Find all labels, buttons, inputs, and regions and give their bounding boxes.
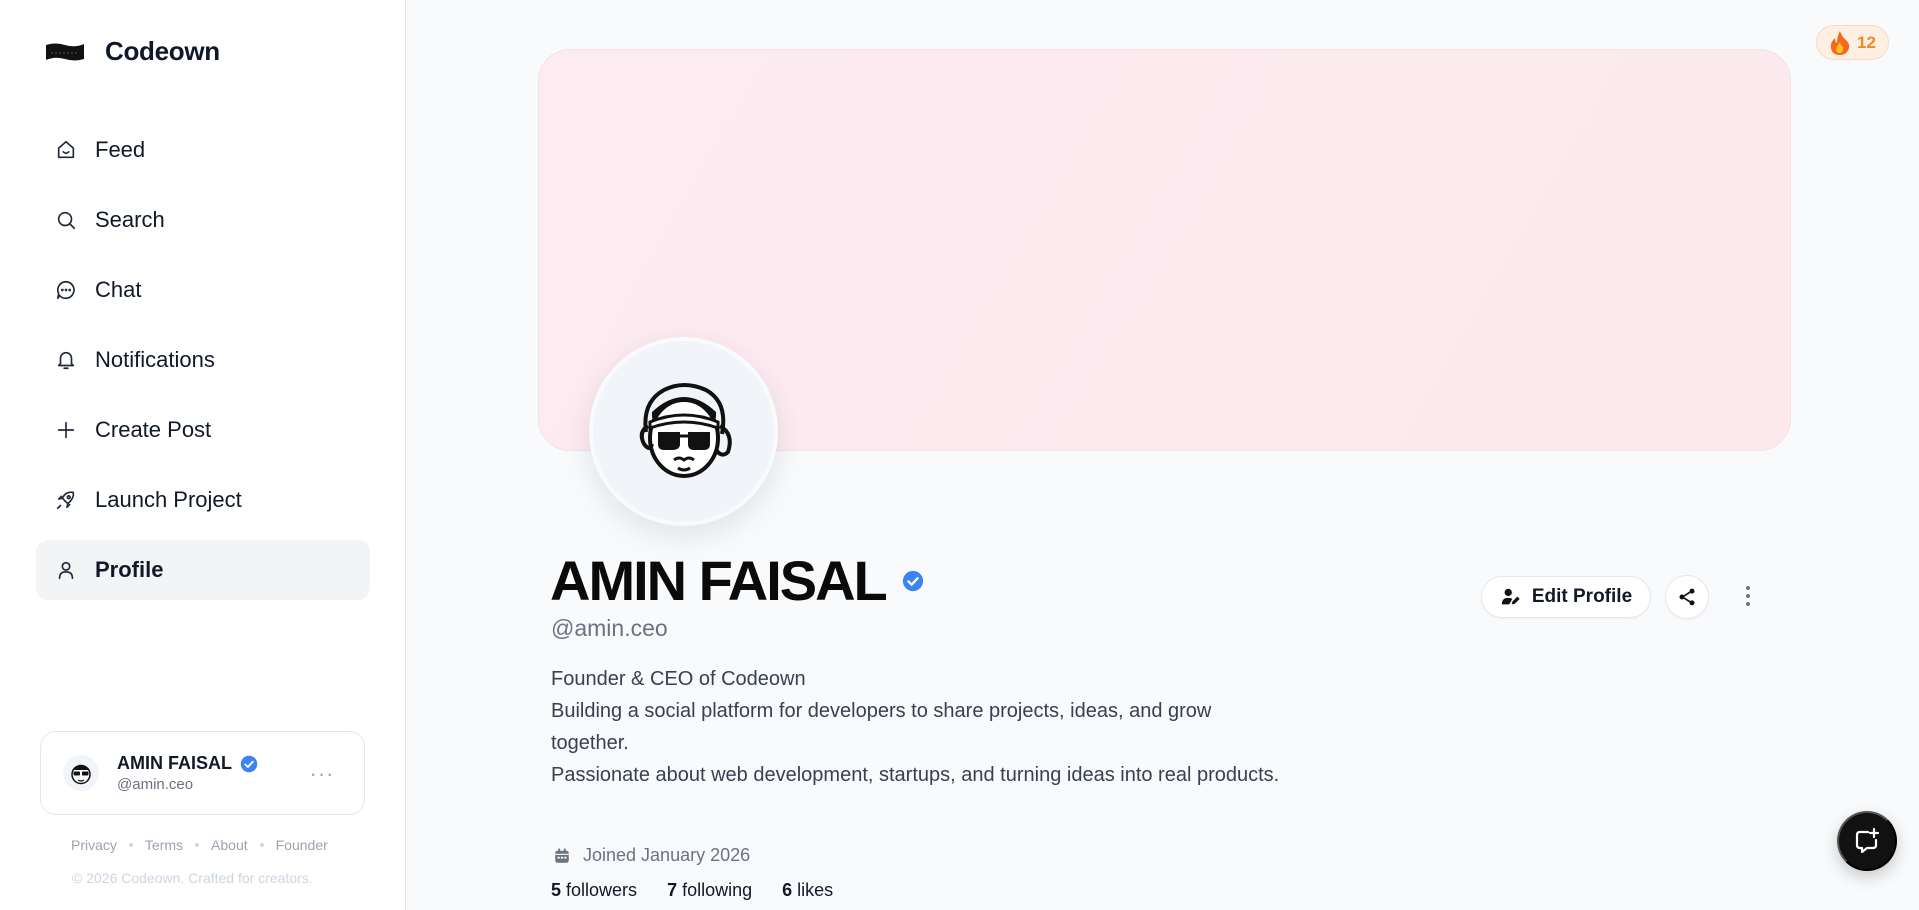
brand-name: Codeown bbox=[105, 36, 220, 66]
following-count: 7 bbox=[667, 880, 678, 900]
followers-label: followers bbox=[566, 880, 638, 900]
sidebar: Codeown Feed Search Chat Notifications C… bbox=[0, 0, 406, 910]
nav-item-notifications[interactable]: Notifications bbox=[36, 330, 370, 390]
nav-label: Feed bbox=[95, 137, 146, 162]
share-icon bbox=[1679, 588, 1695, 606]
likes-count: 6 bbox=[782, 880, 793, 900]
brand-logo-icon bbox=[46, 43, 84, 60]
footer-links: Privacy Terms About Founder bbox=[71, 837, 328, 853]
footer-link-about[interactable]: About bbox=[211, 837, 248, 853]
nav-label: Notifications bbox=[95, 347, 215, 372]
separator-dot bbox=[128, 843, 133, 847]
vertical-dots-icon bbox=[1746, 586, 1750, 606]
edit-profile-button[interactable]: Edit Profile bbox=[1481, 576, 1651, 618]
profile-handle: @amin.ceo bbox=[551, 615, 668, 641]
plus-icon bbox=[54, 418, 78, 442]
nav-label: Chat bbox=[95, 277, 142, 302]
nav-item-launch-project[interactable]: Launch Project bbox=[36, 470, 370, 530]
user-handle: @amin.ceo bbox=[117, 776, 194, 793]
avatar-face-icon bbox=[639, 382, 732, 478]
user-card[interactable]: AMIN FAISAL @amin.ceo ··· bbox=[40, 731, 365, 815]
nav-item-chat[interactable]: Chat bbox=[36, 260, 370, 320]
verified-badge-icon bbox=[902, 570, 923, 591]
calendar-icon bbox=[555, 848, 569, 863]
likes-label: likes bbox=[797, 880, 834, 900]
footer-link-privacy[interactable]: Privacy bbox=[71, 837, 117, 853]
nav-label: Create Post bbox=[95, 417, 212, 442]
following-label: following bbox=[682, 880, 753, 900]
separator-dot bbox=[195, 843, 200, 847]
nav-label: Launch Project bbox=[95, 487, 242, 512]
separator-dot bbox=[259, 843, 264, 847]
more-options-button[interactable]: ··· bbox=[310, 761, 334, 786]
copyright: © 2026 Codeown. Crafted for creators. bbox=[72, 870, 313, 886]
followers-stat[interactable]: 5 followers bbox=[551, 880, 637, 901]
fire-icon bbox=[1830, 30, 1850, 55]
footer-link-founder[interactable]: Founder bbox=[276, 837, 328, 853]
search-icon bbox=[54, 208, 78, 232]
bio-line: Passionate about web development, startu… bbox=[551, 764, 1280, 786]
bio-line: Building a social platform for developer… bbox=[551, 700, 1212, 754]
profile-name-row: AMIN FAISAL bbox=[550, 548, 924, 613]
profile-bio: Founder & CEO of Codeown Building a soci… bbox=[551, 663, 1291, 791]
chat-plus-icon bbox=[1855, 827, 1880, 854]
profile-avatar[interactable] bbox=[589, 337, 778, 526]
rocket-icon bbox=[54, 488, 78, 512]
nav-item-search[interactable]: Search bbox=[36, 190, 370, 250]
streak-badge[interactable]: 12 bbox=[1816, 25, 1889, 60]
nav-item-create-post[interactable]: Create Post bbox=[36, 400, 370, 460]
followers-count: 5 bbox=[551, 880, 562, 900]
brand[interactable]: Codeown bbox=[45, 36, 220, 67]
home-icon bbox=[54, 138, 78, 162]
avatar-face-icon bbox=[71, 764, 91, 785]
share-button[interactable] bbox=[1665, 575, 1709, 619]
user-icon bbox=[54, 558, 78, 582]
profile-name: AMIN FAISAL bbox=[550, 549, 888, 612]
following-stat[interactable]: 7 following bbox=[667, 880, 752, 901]
joined-text: Joined January 2026 bbox=[583, 845, 751, 865]
user-edit-icon bbox=[1501, 588, 1520, 605]
more-options-button[interactable] bbox=[1736, 580, 1760, 612]
bio-line: Founder & CEO of Codeown bbox=[551, 668, 806, 690]
main-nav: Feed Search Chat Notifications Create Po… bbox=[36, 120, 370, 610]
footer-link-terms[interactable]: Terms bbox=[145, 837, 183, 853]
new-chat-button[interactable] bbox=[1837, 811, 1897, 871]
avatar bbox=[63, 755, 99, 791]
nav-item-profile[interactable]: Profile bbox=[36, 540, 370, 600]
nav-label: Search bbox=[95, 207, 165, 232]
edit-profile-label: Edit Profile bbox=[1531, 586, 1633, 607]
nav-label: Profile bbox=[95, 557, 164, 582]
nav-item-feed[interactable]: Feed bbox=[36, 120, 370, 180]
chat-icon bbox=[54, 278, 78, 302]
profile-stats: 5 followers 7 following 6 likes bbox=[551, 880, 863, 901]
verified-badge-icon bbox=[240, 755, 258, 772]
streak-count: 12 bbox=[1857, 32, 1876, 52]
likes-stat[interactable]: 6 likes bbox=[782, 880, 833, 901]
joined-date: Joined January 2026 bbox=[553, 845, 750, 866]
bell-icon bbox=[54, 348, 78, 372]
user-name: AMIN FAISAL bbox=[117, 753, 232, 773]
